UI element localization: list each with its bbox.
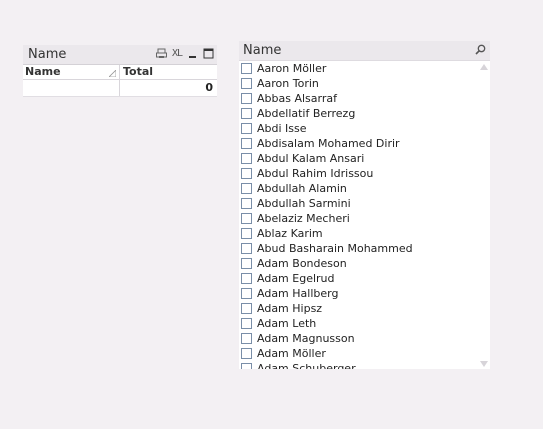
scroll-up-icon[interactable] [480,64,488,70]
cell-total: 0 [205,81,213,94]
list-item-checkbox[interactable] [241,108,252,119]
scroll-down-icon[interactable] [480,361,488,367]
table-row: 0 [23,80,217,97]
table-box-caption[interactable]: Name XL [23,45,217,65]
list-item-label: Abbas Alsarraf [257,92,337,105]
list-item-checkbox[interactable] [241,213,252,224]
list-items: Aaron Möller Aaron Torin Abbas Alsarraf Abd… [239,61,478,369]
list-box: Name Aaron Möller Aaron Torin Abbas Alsarr… [239,41,490,369]
list-item-label: Adam Hipsz [257,302,323,315]
list-item-label: Abdul Rahim Idrissou [257,167,374,180]
straight-table-box: Name XL Name Total 0 [23,45,217,97]
print-icon[interactable] [155,48,167,59]
list-item[interactable]: Abdul Rahim Idrissou [239,166,478,181]
list-item[interactable]: Abelaziz Mecheri [239,211,478,226]
list-item-label: Adam Hallberg [257,287,339,300]
list-item-label: Abdullah Alamin [257,182,347,195]
list-item[interactable]: Adam Möller [239,346,478,361]
list-item-checkbox[interactable] [241,228,252,239]
scrollbar[interactable] [478,61,490,369]
list-item[interactable]: Abdi Isse [239,121,478,136]
list-item-label: Adam Schuberger [257,362,356,369]
list-item[interactable]: Abdisalam Mohamed Dirir [239,136,478,151]
minimize-icon[interactable] [187,48,198,59]
list-item-label: Adam Egelrud [257,272,335,285]
list-item-label: Abdullah Sarmini [257,197,351,210]
list-item-label: Abdellatif Berrezg [257,107,356,120]
search-icon[interactable] [475,44,486,55]
list-item-checkbox[interactable] [241,198,252,209]
table-box-title: Name [28,47,67,62]
list-item[interactable]: Adam Schuberger [239,361,478,369]
list-item-checkbox[interactable] [241,333,252,344]
list-item[interactable]: Adam Magnusson [239,331,478,346]
list-item[interactable]: Abbas Alsarraf [239,91,478,106]
list-item-checkbox[interactable] [241,363,252,369]
list-item-label: Abelaziz Mecheri [257,212,350,225]
maximize-icon[interactable] [203,48,214,59]
list-item-checkbox[interactable] [241,243,252,254]
column-header-name-label: Name [25,65,61,78]
list-item-checkbox[interactable] [241,123,252,134]
list-item-checkbox[interactable] [241,78,252,89]
list-item[interactable]: Adam Bondeson [239,256,478,271]
list-item-label: Abdi Isse [257,122,307,135]
list-item-label: Abud Basharain Mohammed [257,242,413,255]
list-item-checkbox[interactable] [241,168,252,179]
list-item[interactable]: Adam Egelrud [239,271,478,286]
list-item[interactable]: Adam Hallberg [239,286,478,301]
list-item-label: Abdisalam Mohamed Dirir [257,137,400,150]
sort-icon [109,70,116,77]
list-item-checkbox[interactable] [241,273,252,284]
list-item[interactable]: Adam Hipsz [239,301,478,316]
list-item-label: Ablaz Karim [257,227,323,240]
list-item-checkbox[interactable] [241,153,252,164]
table-header-row: Name Total [23,65,217,80]
list-item-label: Adam Bondeson [257,257,347,270]
list-item-checkbox[interactable] [241,138,252,149]
list-item[interactable]: Adam Leth [239,316,478,331]
list-item-label: Adam Magnusson [257,332,355,345]
list-item[interactable]: Abud Basharain Mohammed [239,241,478,256]
list-item-label: Adam Möller [257,347,326,360]
cell-name [23,80,120,96]
list-item[interactable]: Abdellatif Berrezg [239,106,478,121]
list-item-checkbox[interactable] [241,348,252,359]
list-item[interactable]: Abdul Kalam Ansari [239,151,478,166]
list-item[interactable]: Abdullah Alamin [239,181,478,196]
list-item-label: Abdul Kalam Ansari [257,152,365,165]
list-item-label: Adam Leth [257,317,317,330]
list-item-checkbox[interactable] [241,93,252,104]
list-item[interactable]: Aaron Möller [239,61,478,76]
list-item-label: Aaron Möller [257,62,327,75]
list-item[interactable]: Ablaz Karim [239,226,478,241]
list-item-checkbox[interactable] [241,183,252,194]
list-item-label: Aaron Torin [257,77,319,90]
list-box-title: Name [243,43,282,58]
list-box-caption[interactable]: Name [239,41,490,61]
column-header-name[interactable]: Name [23,65,120,79]
xl-export-icon[interactable]: XL [172,48,183,59]
list-item-checkbox[interactable] [241,318,252,329]
column-header-total-label: Total [123,65,154,78]
list-item-checkbox[interactable] [241,63,252,74]
list-item-checkbox[interactable] [241,288,252,299]
list-item[interactable]: Abdullah Sarmini [239,196,478,211]
column-header-total[interactable]: Total [120,65,217,79]
list-item-checkbox[interactable] [241,258,252,269]
list-item-checkbox[interactable] [241,303,252,314]
list-item[interactable]: Aaron Torin [239,76,478,91]
